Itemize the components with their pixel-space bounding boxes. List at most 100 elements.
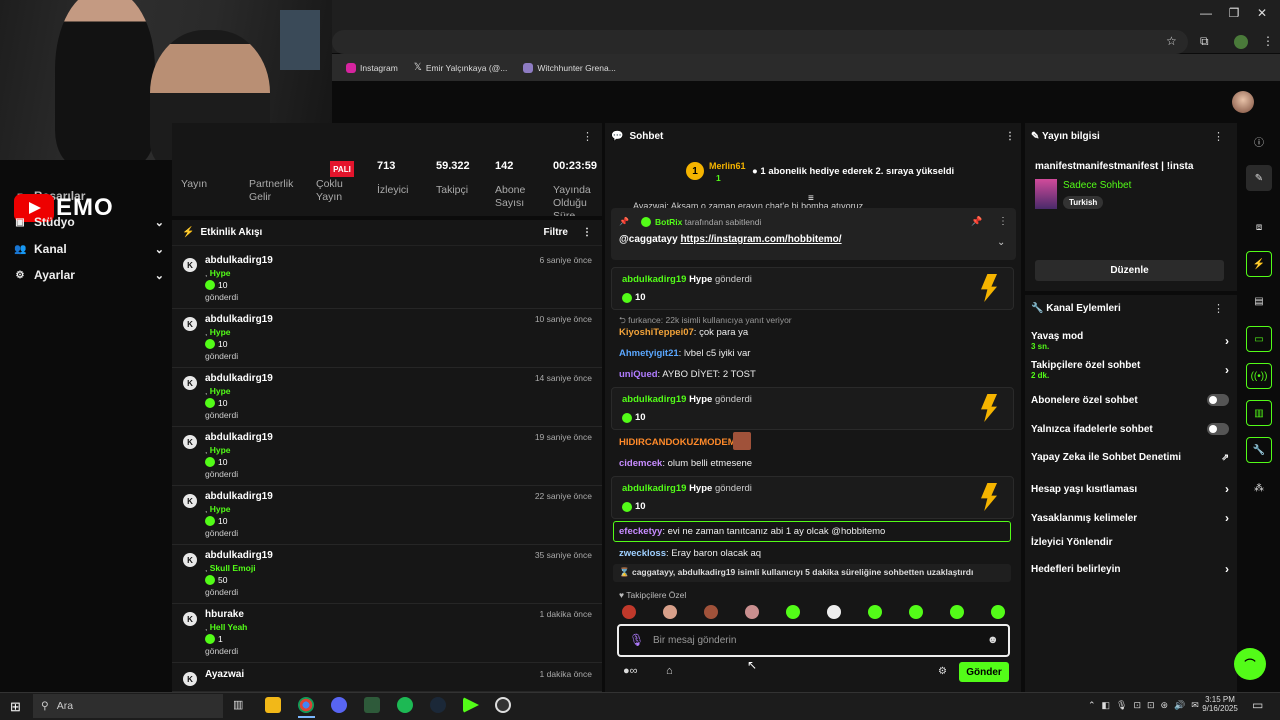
action-row[interactable]: Yapay Zeka ile Sohbet Denetimi ⇗	[1031, 452, 1229, 463]
emote-icon[interactable]	[991, 605, 1005, 619]
pinned-link[interactable]: https://instagram.com/hobbitemo/	[680, 234, 841, 245]
action-row[interactable]: İzleyici Yönlendir	[1031, 537, 1229, 548]
minimize-button[interactable]: —	[1197, 6, 1215, 20]
activity-menu-icon[interactable]: ⋮	[582, 227, 592, 238]
notification-icon[interactable]: ▭	[1252, 698, 1263, 712]
sidebar-item-studyo[interactable]: ▣ Stüdyo ⌄	[14, 213, 164, 231]
hype-user[interactable]: abdulkadirg19	[622, 274, 686, 285]
action-row[interactable]: Yasaklanmış kelimeler ›	[1031, 511, 1229, 525]
send-button[interactable]: Gönder	[959, 662, 1009, 682]
chat-username[interactable]: cidemcek	[619, 458, 662, 469]
bookmark-x[interactable]: 𝕏 Emir Yalçınkaya (@...	[414, 62, 508, 73]
spotify-icon[interactable]	[397, 697, 413, 713]
store-icon[interactable]: ⌂	[666, 665, 673, 677]
chrome-icon[interactable]	[298, 697, 314, 713]
filter-button[interactable]: Filtre	[544, 227, 568, 238]
task-view-icon[interactable]: ▥	[233, 698, 243, 711]
event-user[interactable]: abdulkadirg19	[205, 373, 273, 384]
event-user[interactable]: abdulkadirg19	[205, 550, 273, 561]
hype-word: Hype	[689, 483, 713, 494]
pencil-icon[interactable]: ✎	[1246, 165, 1272, 191]
broadcast-icon[interactable]: ((•))	[1246, 363, 1272, 389]
event-user[interactable]: abdulkadirg19	[205, 255, 273, 266]
profile-icon[interactable]	[1234, 35, 1248, 49]
sidebar-item-kanal[interactable]: 👥 Kanal ⌄	[14, 240, 164, 258]
chat-username[interactable]: Ahmetyigit21	[619, 348, 679, 359]
toggle-switch[interactable]	[1207, 423, 1229, 435]
action-row[interactable]: Takipçilere özel sohbet 2 dk. ›	[1031, 360, 1229, 380]
unpin-icon[interactable]: 📌	[971, 216, 982, 227]
chat-username[interactable]: uniQued	[619, 369, 658, 380]
action-row[interactable]: Abonelere özel sohbet	[1031, 394, 1229, 406]
file-explorer-icon[interactable]	[265, 697, 281, 713]
bookmark-witchhunter[interactable]: Witchhunter Grena...	[523, 62, 616, 73]
actions-menu-icon[interactable]: ⋮	[1213, 302, 1224, 315]
close-window-button[interactable]: ✕	[1253, 6, 1271, 20]
clock[interactable]: 3:15 PM 9/16/2025	[1196, 695, 1244, 713]
bolt-icon[interactable]: ⚡	[1246, 251, 1272, 277]
star-icon[interactable]: ☆	[1166, 34, 1177, 48]
chevron-down-icon[interactable]: ⌄	[997, 237, 1005, 248]
info-icon[interactable]: ⓘ	[1246, 128, 1272, 154]
pinned-menu-icon[interactable]: ⋮	[998, 216, 1008, 227]
bookmark-instagram[interactable]: Instagram	[346, 62, 398, 73]
user-avatar[interactable]	[1232, 91, 1254, 113]
layout-icon[interactable]: ▥	[1246, 400, 1272, 426]
hype-user[interactable]: abdulkadirg19	[622, 394, 686, 405]
address-bar[interactable]	[332, 30, 1188, 54]
screen-icon[interactable]: ⧈	[1246, 214, 1272, 240]
steam-icon[interactable]	[430, 697, 446, 713]
action-row[interactable]: Yavaş mod 3 sn. ›	[1031, 331, 1229, 351]
chat-username[interactable]: KiyoshiTeppei07	[619, 327, 694, 338]
system-tray-icons[interactable]: ⌃◧🎙⊡⊡⊛🔊✉	[1088, 700, 1205, 711]
emoji-icon[interactable]: ☻	[987, 634, 999, 646]
windows-start-icon[interactable]: ⊞	[10, 699, 21, 715]
action-label: Yalnızca ifadelerle sohbet	[1031, 424, 1153, 435]
stats-menu-icon[interactable]: ⋮	[582, 130, 593, 143]
emote-icon[interactable]	[909, 605, 923, 619]
chat-username[interactable]: zweckloss	[619, 548, 666, 559]
emote-icon[interactable]	[950, 605, 964, 619]
chat-username[interactable]: HIDIRCANDOKUZMODEM	[619, 437, 736, 448]
mic-icon[interactable]: 🎙	[629, 633, 644, 647]
category-name[interactable]: Sadece Sohbet	[1063, 180, 1131, 191]
sidebar-item-ayarlar[interactable]: ⚙ Ayarlar ⌄	[14, 266, 164, 284]
kick-gem-icon	[205, 398, 215, 408]
obs-icon[interactable]	[495, 697, 511, 713]
event-user[interactable]: abdulkadirg19	[205, 491, 273, 502]
action-row[interactable]: Yalnızca ifadelerle sohbet	[1031, 423, 1229, 435]
info-menu-icon[interactable]: ⋮	[1213, 130, 1224, 143]
event-user[interactable]: Ayazwai	[205, 669, 244, 680]
restore-button[interactable]: ❐	[1225, 6, 1243, 20]
event-user[interactable]: hburake	[205, 609, 244, 620]
event-user[interactable]: abdulkadirg19	[205, 314, 273, 325]
discord-icon[interactable]	[331, 697, 347, 713]
wrench-icon[interactable]: 🔧	[1246, 437, 1272, 463]
taskbar-search[interactable]: ⚲ Ara	[33, 694, 223, 718]
chat-settings-icon[interactable]: ⚙	[938, 666, 947, 677]
chat-input[interactable]: 🎙 Bir mesaj gönderin ☻	[617, 624, 1010, 657]
extensions-icon[interactable]: ⧉	[1200, 34, 1209, 49]
emote-icon[interactable]	[786, 605, 800, 619]
emote-icon[interactable]	[663, 605, 677, 619]
action-row[interactable]: Hesap yaşı kısıtlaması ›	[1031, 482, 1229, 496]
emote-icon[interactable]	[868, 605, 882, 619]
toggle-switch[interactable]	[1207, 394, 1229, 406]
chat-icon[interactable]: ▭	[1246, 326, 1272, 352]
emote-icon[interactable]	[827, 605, 841, 619]
help-button[interactable]: ⌒	[1234, 648, 1266, 680]
document-icon[interactable]: ▤	[1246, 288, 1272, 314]
emote-icon[interactable]	[745, 605, 759, 619]
event-user[interactable]: abdulkadirg19	[205, 432, 273, 443]
xbox-icon[interactable]	[364, 697, 380, 713]
nodes-icon[interactable]: ⁂	[1246, 475, 1272, 501]
menu-icon[interactable]: ⋮	[1262, 34, 1274, 48]
emote-icon[interactable]	[704, 605, 718, 619]
chat-menu-icon[interactable]: ⋮	[1005, 131, 1015, 142]
hype-user[interactable]: abdulkadirg19	[622, 483, 686, 494]
emote-icon[interactable]	[622, 605, 636, 619]
points-icon[interactable]: ●∞	[623, 665, 638, 677]
pinned-message[interactable]: 📌 BotRix tarafından sabitlendi 📌 ⋮ @cagg…	[611, 208, 1016, 260]
edit-button[interactable]: Düzenle	[1035, 260, 1224, 281]
action-row[interactable]: Hedefleri belirleyin ›	[1031, 562, 1229, 576]
